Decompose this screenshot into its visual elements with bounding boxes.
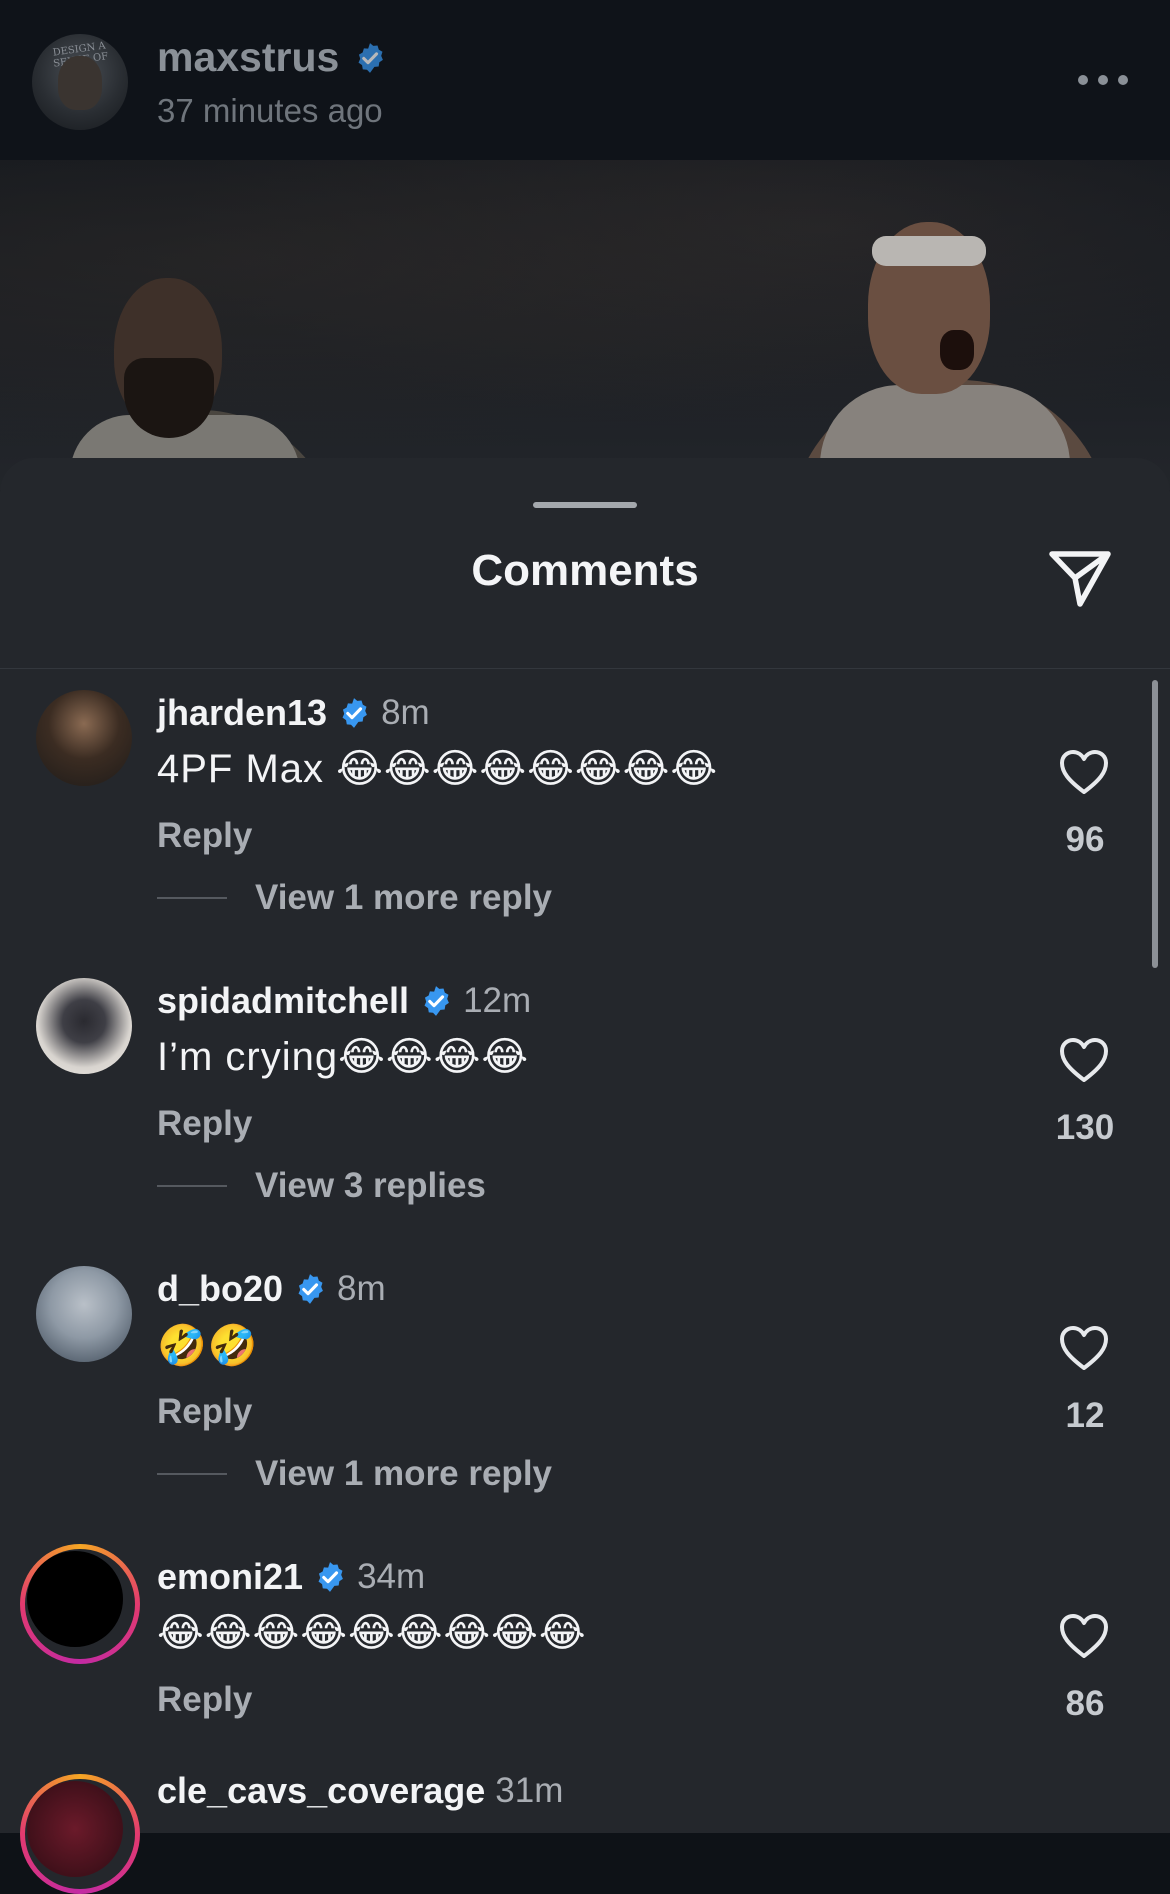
view-replies-label: View 3 replies [255,1166,486,1205]
heart-icon[interactable] [1058,1036,1110,1084]
verified-badge-icon [358,42,384,73]
post-author-avatar[interactable]: DESIGN A SENSE OF [32,34,128,130]
comment-header: spidadmitchell 12m [157,980,531,1022]
heart-icon[interactable] [1058,1324,1110,1372]
comments-sheet: Comments jharden13 8m 4PF Max 😂😂😂😂😂😂😂😂 R… [0,458,1170,1894]
comment-username[interactable]: jharden13 [157,692,327,734]
replies-line [157,897,227,899]
comment-item: emoni21 34m 😂😂😂😂😂😂😂😂😂 Reply 86 [0,1544,1170,1804]
verified-badge-icon [298,1274,323,1304]
story-ring-avatar[interactable] [20,1774,140,1894]
comment-header: emoni21 34m [157,1556,425,1598]
comment-item: cle_cavs_coverage 31m [0,1768,1170,1894]
avatar [27,1781,123,1877]
view-replies-label: View 1 more reply [255,1454,553,1493]
reply-button[interactable]: Reply [157,816,252,856]
like-count: 12 [1065,1396,1105,1435]
post-username-row[interactable]: maxstrus [157,34,387,81]
comment-username[interactable]: spidadmitchell [157,980,409,1022]
avatar[interactable] [36,978,132,1074]
comment-username[interactable]: emoni21 [157,1556,303,1598]
avatar [27,1551,123,1647]
comment-time: 34m [357,1557,426,1596]
story-ring-avatar[interactable] [20,1544,140,1664]
view-replies-button[interactable]: View 1 more reply [157,1454,552,1494]
comment-item: spidadmitchell 12m I’m crying😂😂😂😂 Reply … [0,978,1170,1228]
heart-icon[interactable] [1058,748,1110,796]
avatar-face [58,56,102,110]
comment-header: d_bo20 8m [157,1268,386,1310]
comment-text: 😂😂😂😂😂😂😂😂😂 [157,1611,587,1655]
sheet-title: Comments [471,546,699,595]
verified-badge-icon [318,1562,343,1592]
view-replies-label: View 1 more reply [255,878,553,917]
comment-header: cle_cavs_coverage 31m [157,1770,563,1812]
reply-button[interactable]: Reply [157,1104,252,1144]
comment-item: jharden13 8m 4PF Max 😂😂😂😂😂😂😂😂 Reply View… [0,690,1170,940]
verified-badge-icon [424,986,449,1016]
comment-text: 🤣🤣 [157,1324,259,1368]
player-right-mouth [940,330,974,370]
like-count: 86 [1065,1684,1105,1723]
comment-text: 4PF Max 😂😂😂😂😂😂😂😂 [157,747,719,791]
comment-username[interactable]: cle_cavs_coverage [157,1770,485,1812]
replies-line [157,1473,227,1475]
send-icon[interactable] [1044,540,1116,612]
like-count: 130 [1055,1108,1115,1147]
avatar[interactable] [36,690,132,786]
post-header: DESIGN A SENSE OF maxstrus 37 minutes ag… [0,0,1170,160]
reply-button[interactable]: Reply [157,1392,252,1432]
post-timestamp: 37 minutes ago [157,92,383,129]
verified-badge-icon [342,698,367,728]
player-right-headband [872,236,986,266]
replies-line [157,1185,227,1187]
comment-header: jharden13 8m [157,692,430,734]
post-username[interactable]: maxstrus [157,34,339,81]
view-replies-button[interactable]: View 1 more reply [157,878,552,918]
reply-button[interactable]: Reply [157,1680,252,1720]
comment-username[interactable]: d_bo20 [157,1268,283,1310]
heart-icon[interactable] [1058,1612,1110,1660]
sheet-divider [0,668,1170,669]
view-replies-button[interactable]: View 3 replies [157,1166,486,1206]
sheet-grabber[interactable] [533,502,637,508]
comment-text: I’m crying😂😂😂😂 [157,1035,530,1079]
post-image[interactable] [0,160,1170,490]
like-count: 96 [1065,820,1105,859]
comment-time: 12m [463,981,532,1020]
comment-time: 8m [337,1269,386,1308]
more-dots-icon[interactable] [1078,74,1128,86]
avatar[interactable] [36,1266,132,1362]
comment-item: d_bo20 8m 🤣🤣 Reply View 1 more reply 12 [0,1266,1170,1516]
comment-time: 8m [381,693,430,732]
comment-time: 31m [495,1771,564,1810]
